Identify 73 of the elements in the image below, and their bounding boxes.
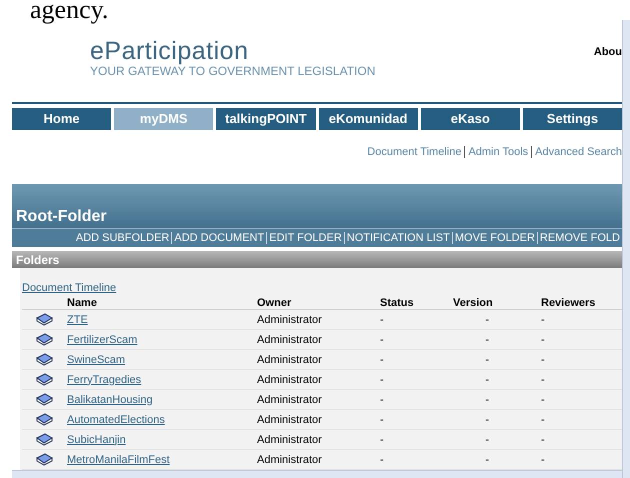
folder-action-link[interactable]: EDIT FOLDER <box>266 232 344 244</box>
version-cell-text: - <box>485 434 490 446</box>
site-tagline: YOUR GATEWAY TO GOVERNMENT LEGISLATION <box>90 64 376 78</box>
owner-cell: Administrator <box>257 454 322 466</box>
site-title: eParticipation <box>90 38 248 64</box>
reviewers-cell: - <box>541 454 545 466</box>
status-cell: - <box>380 334 384 346</box>
owner-cell: Administrator <box>257 354 322 366</box>
section-title: Folders <box>16 252 60 267</box>
quick-link[interactable]: Admin Tools <box>464 146 532 158</box>
owner-cell: Administrator <box>257 434 322 446</box>
nav-tab[interactable]: eKaso <box>420 108 520 130</box>
status-cell: - <box>380 414 384 426</box>
status-cell: - <box>380 454 384 466</box>
status-cell: - <box>380 374 384 386</box>
folder-link[interactable]: SubicHanjin <box>67 434 126 446</box>
book-icon <box>36 313 53 326</box>
folder-link[interactable]: ZTE <box>67 314 88 326</box>
folder-action-link[interactable]: ADD DOCUMENT <box>171 232 266 244</box>
horizontal-scrollbar[interactable] <box>12 470 622 478</box>
status-cell: - <box>380 434 384 446</box>
reviewers-cell: - <box>541 394 545 406</box>
version-cell-text: - <box>485 334 490 346</box>
column-header: Reviewers <box>541 297 596 310</box>
quick-link[interactable]: Document Timeline <box>364 146 464 158</box>
column-header: Status <box>380 297 415 310</box>
folder-title: Root-Folder <box>16 208 107 226</box>
column-header: Version <box>453 297 494 310</box>
reviewers-cell: - <box>541 414 545 426</box>
nav-tab[interactable]: eKomunidad <box>318 108 418 130</box>
vertical-scrollbar[interactable] <box>622 20 630 478</box>
version-cell-text: - <box>485 314 490 326</box>
version-cell-text: - <box>485 354 490 366</box>
folder-link[interactable]: AutomatedElections <box>67 414 165 426</box>
book-icon <box>36 353 53 366</box>
book-icon <box>36 433 53 446</box>
column-header: Owner <box>257 297 292 310</box>
status-cell: - <box>380 394 384 406</box>
folder-link[interactable]: FerryTragedies <box>67 374 142 386</box>
owner-cell: Administrator <box>257 414 322 426</box>
version-cell-text: - <box>485 454 490 466</box>
book-icon <box>36 453 53 466</box>
nav-tab[interactable]: Settings <box>522 108 622 130</box>
book-icon <box>36 393 53 406</box>
column-header: Name <box>67 297 98 310</box>
owner-cell: Administrator <box>257 334 322 346</box>
folder-link[interactable]: SwineScam <box>67 354 126 366</box>
owner-cell: Administrator <box>257 314 322 326</box>
timeline-link[interactable]: Document Timeline <box>22 282 116 294</box>
nav-tab[interactable]: talkingPOINT <box>216 108 316 130</box>
folder-action-link[interactable]: ADD SUBFOLDER <box>74 232 172 244</box>
folder-action-link[interactable]: NOTIFICATION LIST <box>344 232 452 244</box>
folder-action-link[interactable]: MOVE FOLDER <box>452 232 537 244</box>
owner-cell: Administrator <box>257 394 322 406</box>
folder-link[interactable]: FertilizerScam <box>67 334 138 346</box>
reviewers-cell: - <box>541 334 545 346</box>
reviewers-cell: - <box>541 314 545 326</box>
nav-tab[interactable]: Home <box>12 108 112 130</box>
folder-link[interactable]: BalikatanHousing <box>67 394 153 406</box>
book-icon <box>36 333 53 346</box>
status-cell: - <box>380 354 384 366</box>
book-icon <box>36 413 53 426</box>
reviewers-cell: - <box>541 374 545 386</box>
version-cell-text: - <box>485 394 490 406</box>
reviewers-cell: - <box>541 354 545 366</box>
book-icon <box>36 373 53 386</box>
about-link[interactable]: Abou <box>594 46 622 58</box>
version-cell-text: - <box>485 414 490 426</box>
status-cell: - <box>380 314 384 326</box>
owner-cell: Administrator <box>257 374 322 386</box>
folder-link[interactable]: MetroManilaFilmFest <box>67 454 170 466</box>
reviewers-cell: - <box>541 434 545 446</box>
version-cell-text: - <box>485 374 490 386</box>
